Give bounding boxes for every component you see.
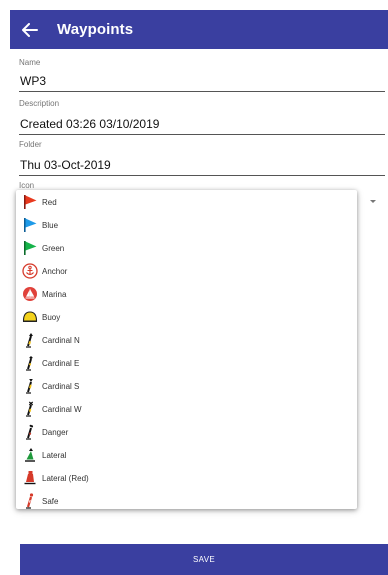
chevron-down-icon[interactable] — [370, 200, 376, 203]
list-item-label: Cardinal N — [42, 335, 80, 345]
list-item-red[interactable]: Red — [16, 191, 357, 213]
icon-label: Icon — [19, 181, 35, 190]
list-item-label: Blue — [42, 220, 59, 230]
list-item-label: Cardinal E — [42, 358, 80, 368]
list-item-marina[interactable]: Marina — [16, 283, 357, 305]
app-bar: Waypoints — [10, 10, 388, 49]
description-field[interactable]: Created 03:26 03/10/2019 — [20, 117, 159, 131]
list-item-lateral-red[interactable]: Lateral (Red) — [16, 467, 357, 489]
list-item-safe[interactable]: Safe — [16, 490, 357, 512]
list-item-label: Lateral (Red) — [42, 473, 89, 483]
safe-icon — [22, 493, 38, 509]
list-item-label: Anchor — [42, 266, 68, 276]
list-item-label: Red — [42, 197, 57, 207]
lateral-icon — [22, 447, 38, 463]
list-item-danger[interactable]: Danger — [16, 421, 357, 443]
list-item-green[interactable]: Green — [16, 237, 357, 259]
list-item-label: Lateral — [42, 450, 67, 460]
list-item-buoy[interactable]: Buoy — [16, 306, 357, 328]
cardinal-w-icon — [22, 401, 38, 417]
list-item-label: Buoy — [42, 312, 61, 322]
back-arrow-icon[interactable] — [22, 21, 40, 39]
list-item-label: Danger — [42, 427, 69, 437]
list-item-cardinal-n[interactable]: Cardinal N — [16, 329, 357, 351]
folder-label: Folder — [19, 140, 42, 149]
marina-icon — [22, 286, 38, 302]
cardinal-n-icon — [22, 332, 38, 348]
list-item-cardinal-e[interactable]: Cardinal E — [16, 352, 357, 374]
cardinal-e-icon — [22, 355, 38, 371]
description-underline — [19, 134, 385, 135]
list-item-label: Safe — [42, 496, 59, 506]
list-item-label: Marina — [42, 289, 67, 299]
list-item-label: Green — [42, 243, 65, 253]
folder-field[interactable]: Thu 03-Oct-2019 — [20, 158, 111, 172]
name-underline — [19, 91, 385, 92]
list-item-label: Cardinal W — [42, 404, 82, 414]
list-item-cardinal-w[interactable]: Cardinal W — [16, 398, 357, 420]
list-item-lateral[interactable]: Lateral — [16, 444, 357, 466]
name-field[interactable]: WP3 — [20, 74, 46, 88]
list-item-anchor[interactable]: Anchor — [16, 260, 357, 282]
description-label: Description — [19, 99, 60, 108]
name-label: Name — [19, 58, 41, 67]
danger-icon — [22, 424, 38, 440]
green-flag-icon — [22, 240, 38, 256]
list-item-label: Cardinal S — [42, 381, 80, 391]
buoy-icon — [22, 309, 38, 325]
save-button[interactable]: SAVE — [20, 544, 388, 575]
anchor-icon — [22, 263, 38, 279]
lateral-red-icon — [22, 470, 38, 486]
list-item-cardinal-s[interactable]: Cardinal S — [16, 375, 357, 397]
blue-flag-icon — [22, 217, 38, 233]
save-button-label: SAVE — [193, 555, 215, 564]
cardinal-s-icon — [22, 378, 38, 394]
list-item-blue[interactable]: Blue — [16, 214, 357, 236]
folder-underline — [19, 175, 385, 176]
icon-dropdown: Red Blue Green Anchor Marina Buoy Cardin… — [16, 190, 357, 509]
page-title: Waypoints — [57, 21, 134, 38]
red-flag-icon — [22, 194, 38, 210]
